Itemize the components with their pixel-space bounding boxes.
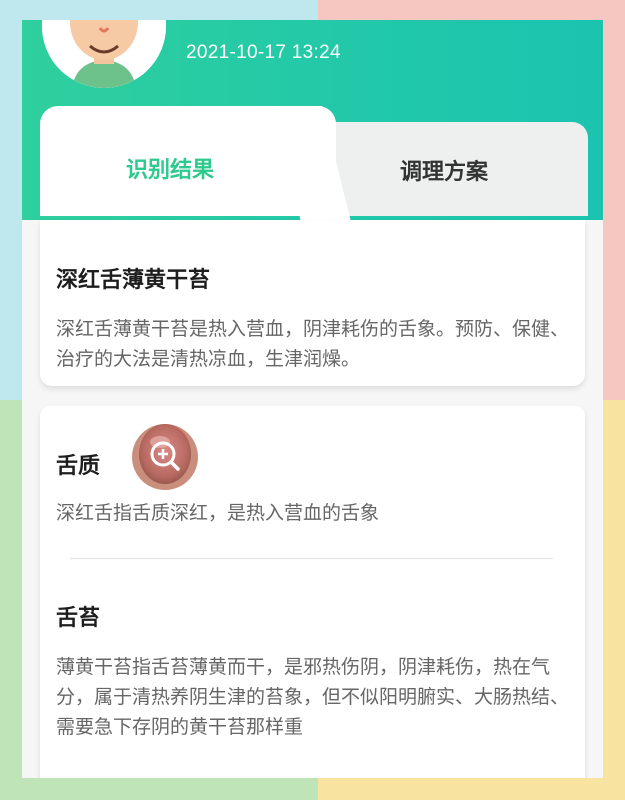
tongue-coating-description: 薄黄干苔指舌苔薄黄而干，是邪热伤阴，阴津耗伤，热在气分，属于清热养阴生津的苔象，…: [56, 656, 570, 738]
tongue-body-title: 舌质: [56, 454, 101, 479]
record-datetime: 2021-10-17 13:24: [186, 42, 341, 63]
zoom-in-icon[interactable]: [132, 424, 198, 490]
tab-recognition-result-label[interactable]: 识别结果: [126, 152, 214, 184]
tongue-coating-title: 舌苔: [56, 606, 101, 631]
app-screen: 2021-10-17 13:24 识别结果 调理方案 深红舌薄黄干苔 深红舌薄黄…: [22, 20, 603, 778]
tongue-photo-thumbnail[interactable]: [132, 424, 198, 490]
section-divider: [70, 558, 553, 559]
avatar: [42, 20, 166, 88]
user-avatar-icon: [42, 20, 166, 88]
diagnosis-title: 深红舌薄黄干苔: [56, 268, 211, 293]
summary-card: 深红舌薄黄干苔 深红舌薄黄干苔是热入营血，阴津耗伤的舌象。预防、保健、治疗的大法…: [40, 220, 585, 386]
tongue-body-description: 深红舌指舌质深红，是热入营血的舌象: [56, 502, 380, 524]
tab-conditioning-plan-label[interactable]: 调理方案: [400, 154, 488, 186]
detail-card: 舌质 深红舌指舌质深红，是热入营血的舌象 舌苔 薄黄干苔指舌苔薄黄而干，是邪热伤…: [40, 406, 585, 778]
diagnosis-description: 深红舌薄黄干苔是热入营血，阴津耗伤的舌象。预防、保健、治疗的大法是清热凉血，生津…: [56, 318, 570, 370]
